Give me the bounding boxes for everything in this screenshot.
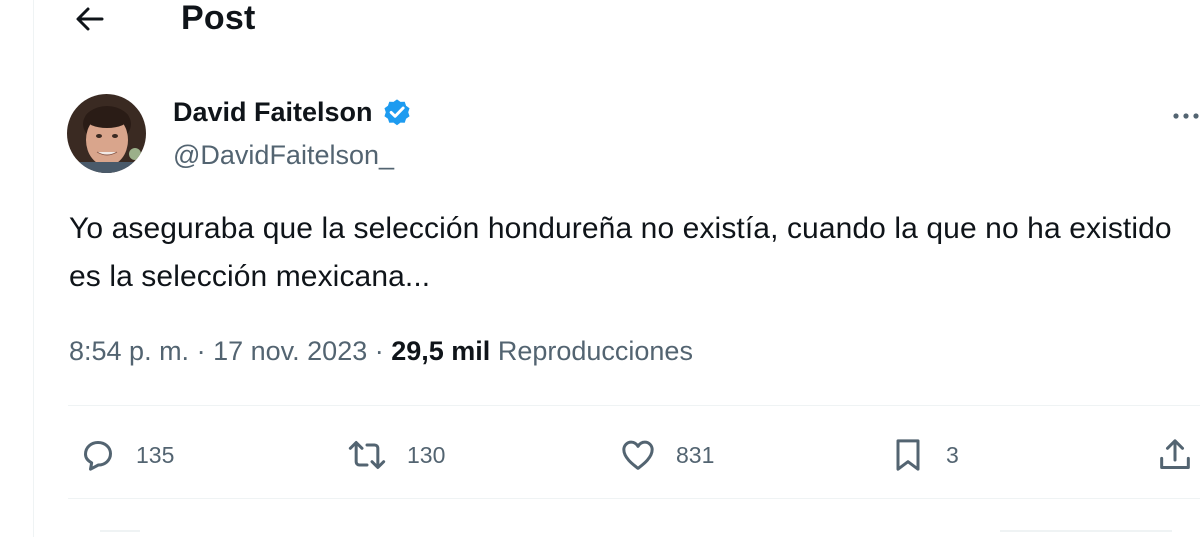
views-count[interactable]: 29,5 mil — [391, 336, 490, 366]
share-button[interactable] — [1155, 430, 1195, 480]
post-time[interactable]: 8:54 p. m. — [69, 336, 189, 366]
back-button[interactable] — [70, 2, 110, 36]
header: Post — [0, 0, 1200, 44]
verified-badge-icon — [384, 99, 410, 126]
meta-separator: · — [374, 336, 392, 366]
author-name-text: David Faitelson — [173, 97, 373, 127]
repost-arrows-icon — [348, 441, 386, 469]
share-upload-icon — [1160, 439, 1190, 469]
author-name[interactable]: David Faitelson — [173, 96, 413, 128]
more-dots-icon — [1173, 113, 1199, 119]
reply-count: 135 — [136, 441, 175, 468]
post-text: Yo aseguraba que la selección hondureña … — [69, 212, 1172, 293]
divider-bottom — [68, 498, 1200, 499]
next-row-edge — [1000, 530, 1172, 532]
divider-top — [68, 405, 1200, 406]
repost-button[interactable]: 130 — [345, 430, 445, 480]
repost-count: 130 — [407, 441, 446, 468]
arrow-left-icon — [76, 7, 104, 31]
bookmark-count: 3 — [946, 441, 959, 468]
speech-bubble-icon — [84, 441, 112, 471]
next-row-edge — [100, 530, 140, 532]
heart-icon — [622, 440, 654, 470]
reply-button[interactable]: 135 — [78, 430, 174, 480]
bookmark-button[interactable]: 3 — [888, 430, 959, 480]
like-button[interactable]: 831 — [618, 430, 714, 480]
avatar[interactable] — [67, 94, 146, 173]
post-date[interactable]: 17 nov. 2023 — [213, 336, 367, 366]
more-options-button[interactable] — [1170, 100, 1200, 128]
action-bar: 135 130 831 3 — [0, 430, 1200, 480]
page-title: Post — [181, 0, 256, 37]
author-handle[interactable]: @DavidFaitelson_ — [173, 139, 394, 171]
meta-separator: · — [196, 336, 214, 366]
post-meta: 8:54 p. m. · 17 nov. 2023 · 29,5 mil Rep… — [69, 334, 693, 368]
views-label[interactable]: Reproducciones — [498, 336, 693, 366]
bookmark-icon — [896, 439, 920, 471]
like-count: 831 — [676, 441, 715, 468]
